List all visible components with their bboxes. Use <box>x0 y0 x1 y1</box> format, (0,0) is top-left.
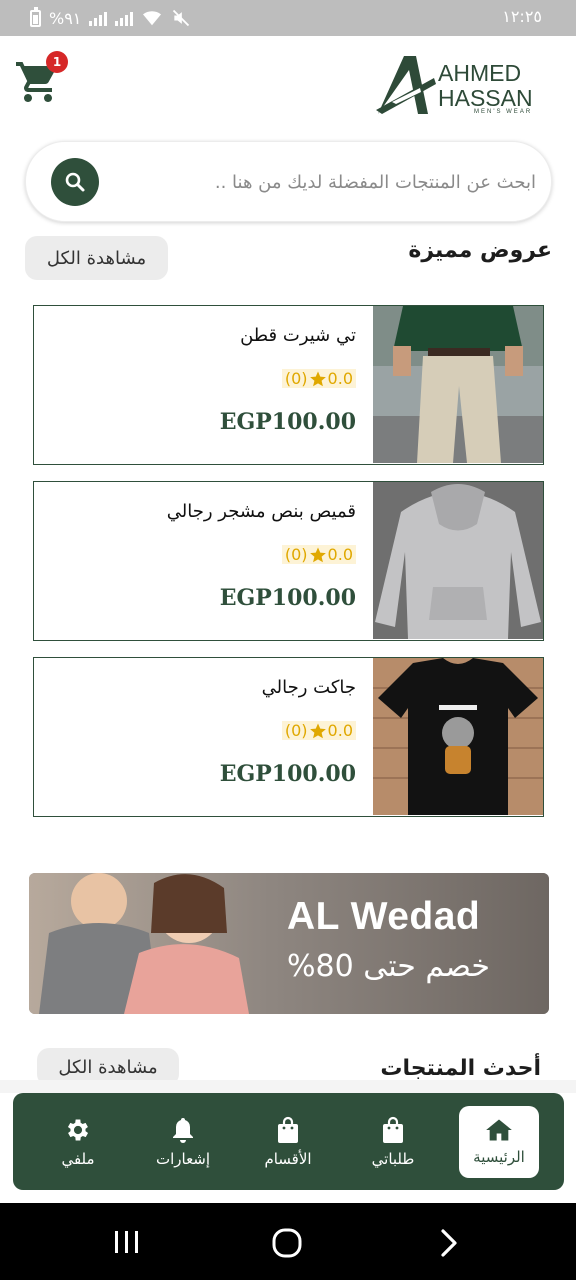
star-icon <box>309 547 326 562</box>
product-price: EGP100.00 <box>219 585 356 611</box>
featured-see-all-button[interactable]: مشاهدة الكل <box>25 236 168 280</box>
promo-banner[interactable]: AL Wedad خصم حتى 80% <box>29 873 549 1014</box>
shopping-bag-icon <box>278 1116 298 1143</box>
home-button-icon[interactable] <box>271 1227 303 1259</box>
rating-value: 0.0 <box>327 721 353 740</box>
product-price: EGP100.00 <box>219 409 356 435</box>
nav-label-profile: ملفي <box>61 1150 95 1168</box>
logo-text-2: HASSAN <box>438 85 533 111</box>
brand-logo: AHMED HASSAN MEN'S WEAR <box>376 52 546 118</box>
banner-subtitle: خصم حتى 80% <box>287 949 490 984</box>
logo-mark-icon <box>376 56 436 114</box>
clock: ١٢:٢٥ <box>502 7 542 26</box>
nav-item-orders[interactable]: طلباتي <box>353 1106 433 1178</box>
review-count: (0) <box>284 721 308 740</box>
product-name: تي شيرت قطن <box>240 325 356 346</box>
cart-count-badge: 1 <box>46 51 68 73</box>
gear-icon <box>67 1119 89 1141</box>
search-input[interactable] <box>126 162 536 202</box>
product-price: EGP100.00 <box>219 761 356 787</box>
nav-item-categories[interactable]: الأقسام <box>248 1106 328 1178</box>
nav-label-categories: الأقسام <box>264 1150 312 1168</box>
wifi-icon <box>143 11 162 26</box>
nav-item-notifications[interactable]: إشعارات <box>143 1106 223 1178</box>
product-image <box>373 306 543 463</box>
content-fade <box>0 1080 576 1093</box>
product-rating: (0) 0.0 <box>281 545 356 564</box>
product-card[interactable]: تي شيرت قطن (0) 0.0 EGP100.00 <box>33 305 544 465</box>
product-rating: (0) 0.0 <box>281 721 356 740</box>
latest-section-title: أحدث المنتجات <box>380 1056 541 1081</box>
shopping-bag-icon <box>383 1116 403 1143</box>
nav-item-profile[interactable]: ملفي <box>38 1106 118 1178</box>
nav-label-orders: طلباتي <box>371 1150 415 1168</box>
review-count: (0) <box>284 545 308 564</box>
bell-icon <box>173 1118 193 1143</box>
banner-title: AL Wedad <box>287 895 481 938</box>
bottom-navigation: الرئيسية طلباتي الأقسام إشعارات ملفي <box>13 1093 564 1190</box>
search-button[interactable] <box>51 158 99 206</box>
star-icon <box>309 371 326 386</box>
nav-label-home: الرئيسية <box>473 1148 525 1166</box>
product-name: قميص بنص مشجر رجالي <box>166 501 356 522</box>
nav-label-notifications: إشعارات <box>155 1150 211 1168</box>
product-image <box>373 482 543 639</box>
review-count: (0) <box>284 369 308 388</box>
system-navigation-bar <box>0 1203 576 1280</box>
search-bar <box>25 141 552 222</box>
product-card[interactable]: جاكت رجالي (0) 0.0 EGP100.00 <box>33 657 544 817</box>
battery-icon <box>30 6 41 27</box>
signal-icon-2 <box>115 10 134 26</box>
nav-item-home[interactable]: الرئيسية <box>459 1106 539 1178</box>
product-name: جاكت رجالي <box>261 677 356 698</box>
product-image <box>373 658 543 815</box>
back-icon[interactable] <box>438 1228 460 1258</box>
mute-icon <box>173 9 190 27</box>
logo-tagline: MEN'S WEAR <box>474 109 533 115</box>
recent-apps-icon[interactable] <box>112 1229 142 1255</box>
search-icon <box>65 172 85 192</box>
battery-percent: %٩١ <box>49 8 82 28</box>
rating-value: 0.0 <box>327 545 353 564</box>
signal-icon <box>89 10 108 26</box>
status-bar: %٩١ ١٢:٢٥ <box>0 0 576 36</box>
product-rating: (0) 0.0 <box>281 369 356 388</box>
star-icon <box>309 723 326 738</box>
logo-text-1: AHMED <box>438 60 522 86</box>
featured-section-title: عروض مميزة <box>408 238 552 263</box>
home-icon <box>486 1119 512 1141</box>
product-card[interactable]: قميص بنص مشجر رجالي (0) 0.0 EGP100.00 <box>33 481 544 641</box>
rating-value: 0.0 <box>327 369 353 388</box>
